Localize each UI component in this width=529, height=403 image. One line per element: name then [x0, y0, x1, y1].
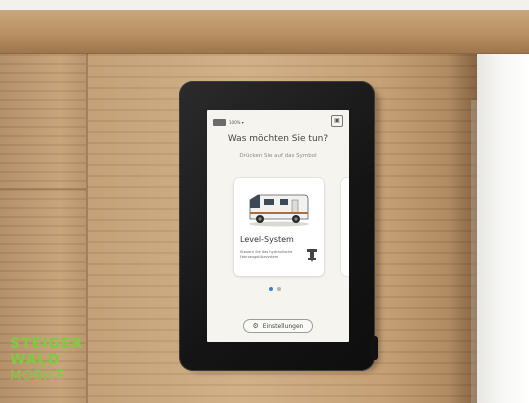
tablet-screen: 100% ▾ ▣ Was möchten Sie tun? Drücken Si…: [207, 110, 349, 342]
wooden-beam: [0, 10, 529, 54]
gear-icon: ⚙: [252, 321, 259, 330]
page-dot-active[interactable]: [269, 287, 273, 291]
card-description: Steuern Sie das hydraulische Fahrzeugstü…: [240, 250, 293, 259]
hydraulic-jack-icon: [307, 249, 317, 262]
page-indicator: [269, 287, 287, 291]
screen-title: Was möchten Sie tun?: [227, 134, 329, 144]
logo-line-3: MOBILE: [10, 369, 66, 384]
level-system-card[interactable]: Level-System Steuern Sie das hydraulisch…: [234, 178, 324, 276]
next-card-peek[interactable]: [341, 178, 349, 276]
settings-label: Einstellungen: [262, 322, 304, 330]
logo-line-2: WALD: [10, 352, 61, 368]
connection-icon[interactable]: ▣: [331, 115, 343, 127]
page-dot[interactable]: [277, 287, 281, 291]
photo-scene: 100% ▾ ▣ Was möchten Sie tun? Drücken Si…: [0, 0, 529, 403]
screen-subtitle: Drücken Sie auf das Symbol: [239, 153, 317, 159]
watermark-logo: STEIGER WALD MOBILE: [10, 336, 86, 388]
battery-text: 100% ▾: [229, 119, 244, 125]
settings-button[interactable]: ⚙ Einstellungen: [243, 319, 313, 333]
tablet-side-button[interactable]: [370, 336, 378, 360]
status-bar: 100% ▾: [213, 117, 244, 127]
battery-icon: [213, 118, 226, 126]
wall-trim: [471, 100, 477, 403]
left-panel-joint: [0, 188, 86, 190]
card-title: Level-System: [240, 235, 294, 244]
motorhome-icon: [249, 194, 309, 227]
white-wall: [477, 54, 529, 403]
ceiling: [0, 0, 529, 10]
logo-line-1: STEIGER: [10, 336, 84, 352]
